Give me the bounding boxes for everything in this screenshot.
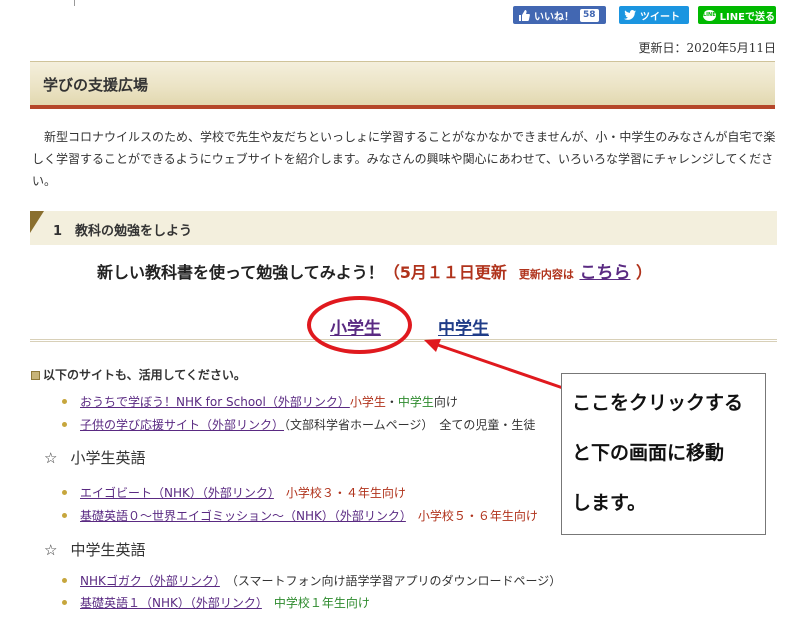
intro-paragraph: 新型コロナウイルスのため、学校で先生や友だちといっしょに学習することがなかなかで…: [32, 130, 776, 188]
kiso-eigo-0-link[interactable]: 基礎英語０～世界エイゴミッション～（NHK）（外部リンク）: [80, 509, 406, 523]
bullet-icon: [62, 399, 67, 404]
twitter-bird-icon: [624, 9, 636, 21]
additional-sites-text: 以下のサイトも、活用してください。: [43, 368, 246, 382]
audience-note: 中学校１年生向け: [273, 596, 370, 610]
list-item: エイゴビート（NHK）（外部リンク） 小学校３・４年生向け: [62, 484, 406, 501]
bullet-icon: [62, 600, 67, 605]
closing-paren: ）: [636, 263, 653, 282]
star-icon: ☆: [44, 541, 58, 559]
list-item: 子供の学び応援サイト（外部リンク）（文部科学省ホームページ） 全ての児童・生徒: [62, 416, 535, 433]
like-label: いいね！: [534, 11, 574, 23]
mext-note: （文部科学省ホームページ） 全ての児童・生徒: [284, 418, 536, 432]
nhk-for-school-link[interactable]: おうちで学ぼう！NHK for School（外部リンク）: [80, 395, 350, 409]
app-download-note: （スマートフォン向け語学学習アプリのダウンロードページ）: [231, 574, 562, 588]
audience-separator: ・: [385, 395, 398, 409]
like-count: 58: [580, 8, 599, 22]
audience-note: 小学校５・６年生向け: [417, 509, 538, 523]
top-divider: [74, 0, 75, 6]
callout-line-2: と下の画面に移動: [572, 442, 725, 464]
square-bullet-icon: [31, 371, 40, 380]
junior-high-school-link[interactable]: 中学生: [438, 314, 489, 339]
bullet-icon: [62, 422, 67, 427]
junior-high-english-heading: ☆ 中学生英語: [44, 539, 145, 560]
tweet-button[interactable]: ツイート: [619, 6, 689, 24]
callout-line-1: ここをクリックする: [572, 392, 744, 414]
list-item: NHKゴガク（外部リンク） （スマートフォン向け語学学習アプリのダウンロードペー…: [62, 572, 561, 589]
elementary-english-heading: ☆ 小学生英語: [44, 447, 145, 468]
junior-high-english-title: 中学生英語: [70, 541, 146, 559]
corner-triangle-icon: [30, 211, 44, 233]
update-contents-note: 更新内容は: [518, 268, 574, 281]
line-share-button[interactable]: LINE LINEで送る: [698, 6, 776, 24]
bullet-icon: [62, 513, 67, 518]
section-1-header: 1 教科の勉強をしよう: [30, 211, 777, 245]
annotation-callout-box: ここをクリックする と下の画面に移動 します。: [561, 373, 766, 535]
star-icon: ☆: [44, 449, 58, 467]
additional-sites-heading: 以下のサイトも、活用してください。: [31, 366, 246, 383]
textbook-study-line: 新しい教科書を使って勉強してみよう！（5月１１日更新 更新内容は こちら ）: [97, 258, 652, 283]
line-label: LINEで送る: [719, 11, 775, 23]
audience-note: 小学校３・４年生向け: [285, 486, 406, 500]
callout-line-3: します。: [572, 492, 647, 514]
bullet-icon: [62, 578, 67, 583]
bullet-icon: [62, 490, 67, 495]
kiso-eigo-1-link[interactable]: 基礎英語１（NHK）（外部リンク）: [80, 596, 262, 610]
list-item: 基礎英語０～世界エイゴミッション～（NHK）（外部リンク） 小学校５・６年生向け: [62, 507, 538, 524]
eigo-beat-link[interactable]: エイゴビート（NHK）（外部リンク）: [80, 486, 274, 500]
tweet-label: ツイート: [640, 11, 680, 23]
audience-tail: 向け: [433, 395, 458, 409]
page-title-banner: 学びの支援広場: [30, 61, 775, 109]
update-contents-link[interactable]: こちら: [579, 263, 630, 283]
nhk-gogaku-link[interactable]: NHKゴガク（外部リンク）: [80, 574, 220, 588]
line-logo-icon: LINE: [703, 9, 716, 21]
update-date: 更新日：2020年5月11日: [638, 41, 776, 55]
list-item: おうちで学ぼう！NHK for School（外部リンク）小学生・中学生向け: [62, 393, 458, 410]
section-1-title: 1 教科の勉強をしよう: [53, 224, 193, 239]
thumbs-up-icon: [518, 9, 530, 21]
kodomo-manabi-link[interactable]: 子供の学び応援サイト（外部リンク）: [80, 418, 284, 432]
page-title: 学びの支援広場: [43, 76, 149, 94]
facebook-like-button[interactable]: いいね！ 58: [513, 6, 606, 24]
textbook-study-text: 新しい教科書を使って勉強してみよう！: [97, 263, 384, 282]
annotation-highlight-oval: [307, 296, 412, 354]
audience-elementary: 小学生: [349, 395, 386, 409]
list-item: 基礎英語１（NHK）（外部リンク） 中学校１年生向け: [62, 594, 370, 611]
audience-junior-high: 中学生: [397, 395, 434, 409]
update-notice: （5月１１日更新: [383, 263, 507, 282]
elementary-english-title: 小学生英語: [70, 449, 146, 467]
